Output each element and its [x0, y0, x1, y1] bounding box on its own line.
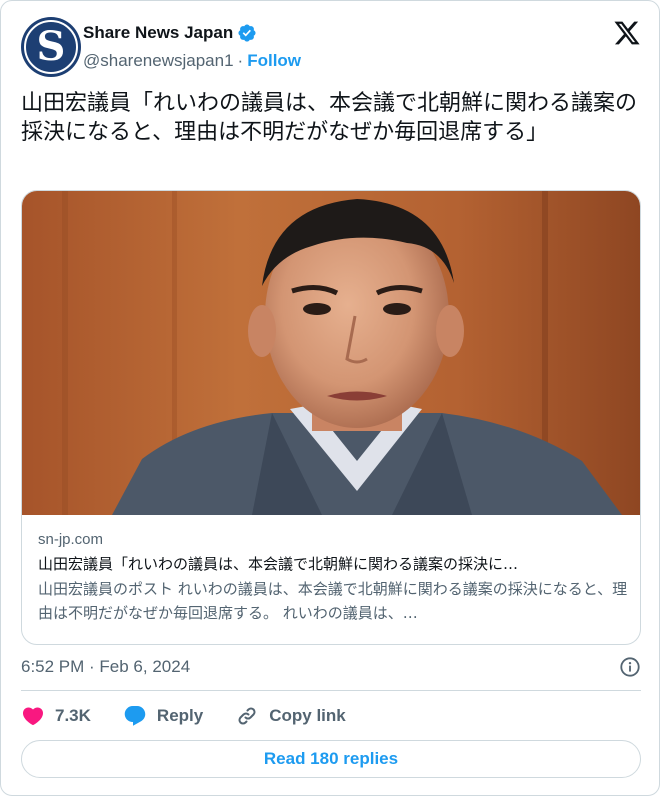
timestamp[interactable]: 6:52 PM · Feb 6, 2024 [21, 657, 190, 676]
display-name[interactable]: Share News Japan [83, 23, 233, 43]
x-logo-icon[interactable] [613, 19, 641, 47]
reply-bubble-icon [124, 706, 146, 726]
link-domain: sn-jp.com [38, 531, 104, 548]
timestamp-row: 6:52 PM · Feb 6, 2024 [21, 655, 641, 679]
person-photo-icon [22, 191, 640, 515]
handle-row: @sharenewsjapan1 · Follow [83, 51, 301, 71]
follow-button[interactable]: Follow [247, 51, 301, 71]
divider [21, 690, 641, 691]
copy-link-label: Copy link [269, 706, 346, 725]
info-icon[interactable] [619, 656, 641, 678]
link-preview-meta: sn-jp.com 山田宏議員「れいわの議員は、本会議で北朝鮮に関わる議案の採決… [38, 529, 628, 625]
verified-badge-icon [238, 24, 256, 42]
link-preview-card[interactable]: sn-jp.com 山田宏議員「れいわの議員は、本会議で北朝鮮に関わる議案の採決… [21, 190, 641, 645]
reply-label: Reply [156, 706, 204, 725]
heart-icon [22, 707, 44, 726]
reply-button[interactable]: Reply [123, 704, 203, 728]
like-count: 7.3K [55, 706, 91, 725]
display-name-row: Share News Japan [83, 21, 301, 45]
tweet-text: 山田宏議員「れいわの議員は、本会議で北朝鮮に関わる議案の採決になると、理由は不明… [21, 91, 638, 145]
avatar-letter: S [36, 23, 66, 70]
author-names: Share News Japan @sharenewsjapan1 · Foll… [83, 21, 301, 71]
avatar[interactable]: S [21, 17, 81, 77]
link-title[interactable]: 山田宏議員「れいわの議員は、本会議で北朝鮮に関わる議案の採決に… [38, 551, 628, 577]
tweet-header: S Share News Japan @sharenewsjapan1 · Fo… [21, 17, 641, 77]
link-description: 山田宏議員のポスト れいわの議員は、本会議で北朝鮮に関わる議案の採決になると、理… [38, 580, 628, 622]
like-button[interactable]: 7.3K [21, 704, 91, 728]
read-replies-label: Read 180 replies [263, 749, 399, 768]
copy-link-button[interactable]: Copy link [235, 704, 346, 728]
link-preview-image[interactable] [22, 191, 640, 515]
avatar-ring: S [24, 20, 78, 74]
separator-dot: · [237, 51, 244, 70]
embedded-tweet-card: S Share News Japan @sharenewsjapan1 · Fo… [0, 0, 660, 796]
link-icon [238, 707, 256, 725]
action-bar: 7.3K Reply Copy link [21, 703, 378, 729]
author-handle[interactable]: @sharenewsjapan1 [83, 51, 234, 71]
read-replies-button[interactable]: Read 180 replies [21, 740, 641, 778]
